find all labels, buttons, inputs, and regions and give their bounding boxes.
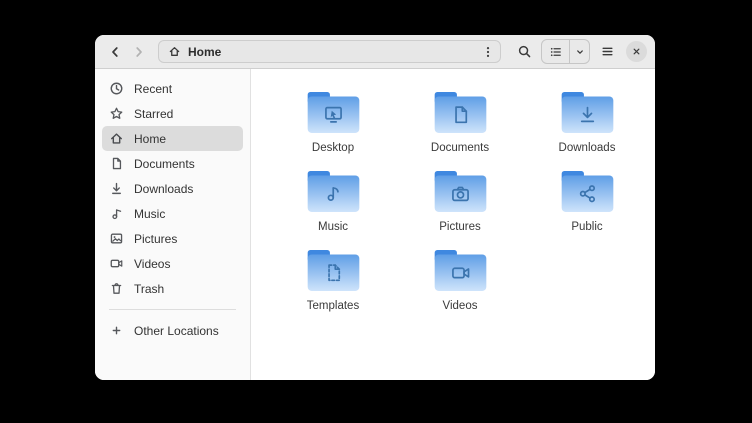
home-icon [109, 131, 124, 146]
folder-tile-public[interactable]: Public [531, 162, 643, 241]
folder-icon [432, 168, 489, 215]
chevron-right-icon [131, 44, 147, 60]
sidebar-item-documents[interactable]: Documents [102, 151, 243, 176]
sidebar-item-label: Videos [134, 257, 170, 271]
folder-tile-documents[interactable]: Documents [404, 83, 516, 162]
sidebar-item-home[interactable]: Home [102, 126, 243, 151]
path-menu-button[interactable] [478, 42, 498, 62]
sidebar-item-label: Starred [134, 107, 173, 121]
sidebar-item-label: Pictures [134, 232, 177, 246]
sidebar-item-other-locations[interactable]: Other Locations [102, 318, 243, 343]
search-icon [517, 44, 532, 59]
folder-icon [305, 89, 362, 136]
folder-grid: Desktop Documents [277, 83, 655, 320]
sidebar-item-label: Documents [134, 157, 195, 171]
clock-icon [109, 81, 124, 96]
star-icon [109, 106, 124, 121]
sidebar-item-label: Other Locations [134, 324, 219, 338]
search-button[interactable] [512, 40, 536, 64]
folder-tile-templates[interactable]: Templates [277, 241, 389, 320]
picture-icon [109, 231, 124, 246]
path-label: Home [188, 45, 221, 59]
download-icon [109, 181, 124, 196]
main-area: Recent Starred Home Documents [95, 69, 655, 380]
folder-tile-downloads[interactable]: Downloads [531, 83, 643, 162]
folder-name: Templates [307, 300, 359, 312]
folder-icon [305, 247, 362, 294]
folder-icon [432, 89, 489, 136]
folder-name: Desktop [312, 142, 354, 154]
sidebar-item-label: Home [134, 132, 166, 146]
view-menu-button[interactable] [570, 40, 589, 63]
hamburger-menu-icon [600, 44, 615, 59]
files-window: Home [95, 35, 655, 380]
chevron-down-icon [574, 46, 586, 58]
folder-name: Music [318, 221, 348, 233]
view-toggle-button[interactable] [542, 40, 570, 63]
main-menu-button[interactable] [595, 40, 619, 64]
sidebar-item-recent[interactable]: Recent [102, 76, 243, 101]
plus-icon [109, 323, 124, 338]
close-button[interactable] [626, 41, 647, 62]
back-button[interactable] [103, 40, 127, 64]
folder-icon [432, 247, 489, 294]
view-toggle-group [541, 39, 590, 64]
document-icon [109, 156, 124, 171]
headerbar: Home [95, 35, 655, 69]
folder-icon [559, 89, 616, 136]
folder-name: Downloads [559, 142, 616, 154]
music-note-icon [109, 206, 124, 221]
sidebar-item-label: Downloads [134, 182, 193, 196]
folder-name: Pictures [439, 221, 481, 233]
folder-name: Documents [431, 142, 489, 154]
folder-tile-desktop[interactable]: Desktop [277, 83, 389, 162]
list-view-icon [549, 45, 563, 59]
folder-tile-videos[interactable]: Videos [404, 241, 516, 320]
sidebar-item-label: Recent [134, 82, 172, 96]
sidebar-item-trash[interactable]: Trash [102, 276, 243, 301]
sidebar-item-label: Music [134, 207, 165, 221]
path-bar[interactable]: Home [158, 40, 501, 63]
folder-icon [305, 168, 362, 215]
sidebar-separator [109, 309, 236, 310]
folder-name: Videos [443, 300, 478, 312]
sidebar-item-pictures[interactable]: Pictures [102, 226, 243, 251]
folder-tile-pictures[interactable]: Pictures [404, 162, 516, 241]
sidebar-item-label: Trash [134, 282, 164, 296]
video-icon [109, 256, 124, 271]
close-icon [631, 46, 642, 57]
folder-name: Public [571, 221, 602, 233]
folder-tile-music[interactable]: Music [277, 162, 389, 241]
chevron-left-icon [107, 44, 123, 60]
trash-icon [109, 281, 124, 296]
home-icon [168, 45, 181, 58]
folder-icon [559, 168, 616, 215]
file-browser-content[interactable]: Desktop Documents [251, 69, 655, 380]
kebab-menu-icon [481, 45, 495, 59]
forward-button[interactable] [127, 40, 151, 64]
sidebar-item-starred[interactable]: Starred [102, 101, 243, 126]
sidebar-item-music[interactable]: Music [102, 201, 243, 226]
sidebar-item-downloads[interactable]: Downloads [102, 176, 243, 201]
sidebar: Recent Starred Home Documents [95, 69, 251, 380]
sidebar-item-videos[interactable]: Videos [102, 251, 243, 276]
